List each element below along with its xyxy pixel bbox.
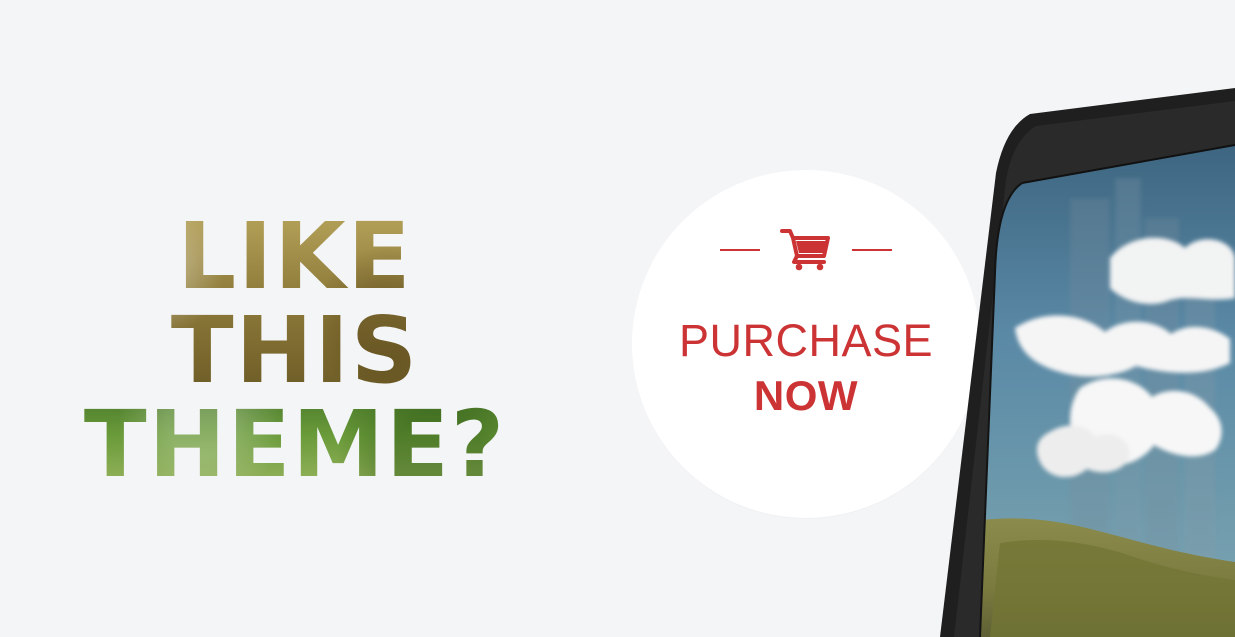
purchase-label: PURCHASE xyxy=(678,315,934,366)
purchase-now-button[interactable]: PURCHASE NOW xyxy=(632,170,980,518)
right-dash xyxy=(852,249,892,251)
now-label: NOW xyxy=(753,372,859,419)
headline: LIKE THIS THEME? xyxy=(60,210,530,492)
purchase-text: PURCHASE NOW xyxy=(632,315,980,425)
headline-line-2: THEME? xyxy=(60,398,530,492)
cart-icon xyxy=(780,229,830,271)
tablet-mockup xyxy=(940,88,1235,637)
tablet-frame xyxy=(940,88,1235,637)
left-dash xyxy=(720,249,760,251)
headline-line-1: LIKE THIS xyxy=(60,210,530,398)
cart-row xyxy=(632,228,980,272)
